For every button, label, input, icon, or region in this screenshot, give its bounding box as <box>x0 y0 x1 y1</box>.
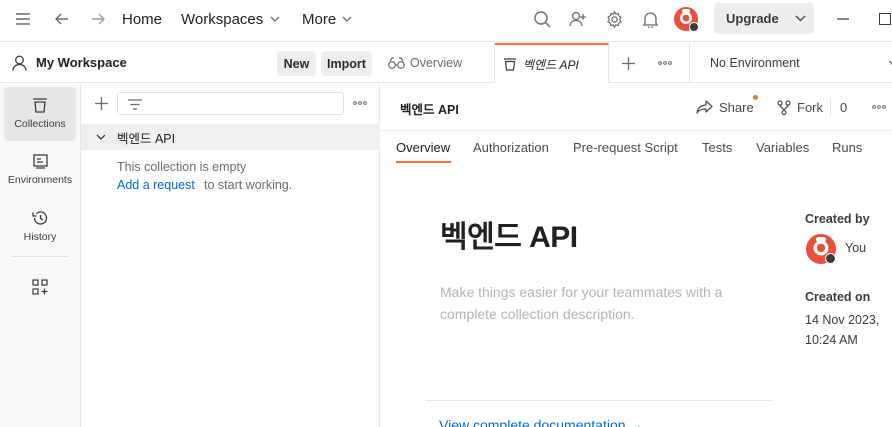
created-by-label: Created by <box>805 212 870 226</box>
chevron-down-icon <box>270 16 280 22</box>
chevron-down-icon <box>888 60 892 65</box>
more-menu[interactable]: More <box>302 0 352 38</box>
left-rail: Collections Environments History <box>0 84 81 427</box>
collections-sidebar: 벡엔드 API This collection is empty Add a r… <box>81 84 380 427</box>
creator-avatar <box>805 233 837 265</box>
import-button[interactable]: Import <box>321 51 372 76</box>
view-documentation-link[interactable]: View complete documentation → <box>439 417 643 427</box>
collection-tree-label: 벡엔드 API <box>117 131 176 146</box>
empty-collection-suffix: to start working. <box>204 178 293 192</box>
search-collections-input[interactable] <box>117 92 344 115</box>
tab-collection[interactable]: 벡엔드 API <box>495 43 609 83</box>
search-icon[interactable] <box>531 9 553 29</box>
collection-tree-item[interactable]: 벡엔드 API <box>81 124 380 150</box>
settings-gear-icon[interactable] <box>603 9 625 29</box>
fork-divider <box>830 99 831 116</box>
new-button-label: New <box>283 56 310 71</box>
filter-icon <box>128 99 142 110</box>
import-button-label: Import <box>327 56 366 71</box>
upgrade-button[interactable]: Upgrade <box>714 3 814 34</box>
empty-collection-text: This collection is empty <box>117 160 247 174</box>
tabs-bar: Overview 벡엔드 API No Environment <box>380 43 892 83</box>
chevron-down-icon[interactable] <box>96 134 106 140</box>
collection-icon <box>504 57 516 71</box>
active-subtab-indicator <box>396 161 451 163</box>
add-collection-icon[interactable] <box>91 93 111 113</box>
share-button[interactable]: Share <box>696 96 754 118</box>
environment-selector[interactable]: No Environment <box>690 43 892 83</box>
share-notification-dot <box>753 95 758 100</box>
rail-item-environments[interactable]: Environments <box>4 143 76 197</box>
share-label: Share <box>719 99 754 115</box>
forward-arrow-icon[interactable] <box>87 9 109 29</box>
collection-title[interactable]: 벡엔드 API <box>440 212 578 256</box>
sidebar-more-options-icon[interactable] <box>349 93 371 113</box>
share-icon <box>696 100 713 114</box>
chevron-down-icon[interactable] <box>795 15 806 22</box>
documentation-divider <box>426 400 773 401</box>
collection-subtabs: Overview Authorization Pre-request Scrip… <box>380 131 892 165</box>
rail-label-environments: Environments <box>7 174 73 186</box>
user-avatar[interactable] <box>673 6 699 32</box>
created-on-time: 10:24 AM <box>805 333 858 347</box>
created-on-label: Created on <box>805 290 871 304</box>
rail-label-collections: Collections <box>14 118 66 130</box>
menu-icon[interactable] <box>12 9 34 29</box>
home-link[interactable]: Home <box>122 0 162 38</box>
tab-collection-label: 벡엔드 API <box>523 57 579 72</box>
tab-overview[interactable]: Overview <box>380 43 495 83</box>
rail-item-collections[interactable]: Collections <box>4 87 76 141</box>
environments-icon <box>32 154 48 169</box>
workspace-header: My Workspace New Import <box>0 43 380 83</box>
subtab-variables[interactable]: Variables <box>756 140 809 155</box>
rail-label-history: History <box>23 230 57 243</box>
more-label: More <box>302 10 337 28</box>
collection-more-options-icon[interactable] <box>868 97 890 117</box>
minimize-window-icon[interactable] <box>832 9 854 29</box>
workspace-user-icon <box>12 55 27 71</box>
home-label: Home <box>122 10 163 28</box>
environment-selector-label: No Environment <box>710 56 800 70</box>
collection-description-placeholder[interactable]: Make things easier for your teammates wi… <box>440 281 770 325</box>
fork-icon <box>777 99 791 115</box>
invite-user-icon[interactable] <box>567 9 589 29</box>
workspace-name[interactable]: My Workspace <box>36 55 127 70</box>
subtab-runs[interactable]: Runs <box>832 140 862 155</box>
fork-count[interactable]: 0 <box>840 100 847 115</box>
new-button[interactable]: New <box>277 51 316 76</box>
collection-header-title: 벡엔드 API <box>400 103 459 117</box>
configure-workbench-icon[interactable] <box>29 276 51 298</box>
chevron-down-icon <box>342 16 352 22</box>
history-icon <box>32 210 48 225</box>
add-request-link[interactable]: Add a request <box>117 178 195 192</box>
subtab-pre-request-script[interactable]: Pre-request Script <box>573 140 678 155</box>
back-arrow-icon[interactable] <box>51 9 73 29</box>
collection-header: 벡엔드 API Share Fork 0 <box>380 84 892 131</box>
workspaces-label: Workspaces <box>181 10 264 28</box>
add-tab-icon[interactable] <box>618 53 638 73</box>
upgrade-label: Upgrade <box>726 11 779 26</box>
overview-icon <box>388 57 405 69</box>
rail-item-history[interactable]: History <box>4 199 76 253</box>
subtab-overview[interactable]: Overview <box>396 140 450 155</box>
top-bar: Home Workspaces More Upgrade <box>0 0 892 42</box>
subtab-tests[interactable]: Tests <box>702 140 732 155</box>
tab-overview-label: Overview <box>410 56 463 70</box>
created-by-value: You <box>845 241 867 255</box>
collections-icon <box>33 98 47 113</box>
maximize-window-icon[interactable] <box>874 9 892 29</box>
subtab-authorization[interactable]: Authorization <box>473 140 549 155</box>
tabs-more-icon[interactable] <box>654 53 676 73</box>
created-on-date: 14 Nov 2023, <box>805 313 880 327</box>
notifications-bell-icon[interactable] <box>639 9 661 29</box>
rail-divider <box>12 256 68 257</box>
fork-label: Fork <box>797 99 823 115</box>
workspaces-menu[interactable]: Workspaces <box>181 0 280 38</box>
fork-button[interactable]: Fork <box>777 96 823 118</box>
